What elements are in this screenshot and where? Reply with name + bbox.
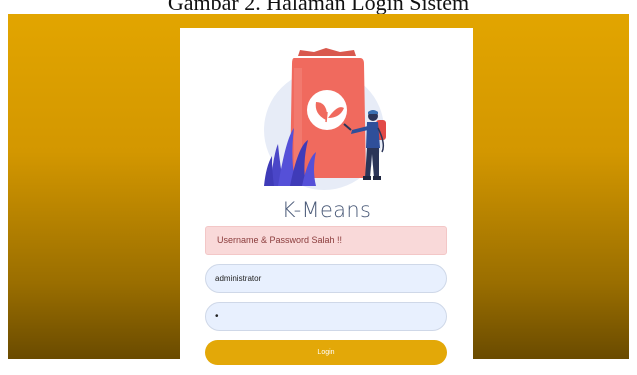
password-input[interactable] [205,302,447,331]
fertilizer-bag-farmer-icon [264,48,386,190]
error-alert-message: Username & Password Salah !! [217,235,343,245]
username-input[interactable] [205,264,447,293]
document-caption: Gambar 2. Halaman Login Sistem [0,0,637,14]
login-button[interactable]: Login [205,340,447,365]
login-card: K-Means Username & Password Salah !! Log… [180,28,473,375]
page-background: K-Means Username & Password Salah !! Log… [8,14,629,375]
app-title: K-Means [281,198,372,222]
caption-text: Gambar 2. Halaman Login Sistem [167,0,470,14]
error-alert: Username & Password Salah !! [205,226,447,255]
